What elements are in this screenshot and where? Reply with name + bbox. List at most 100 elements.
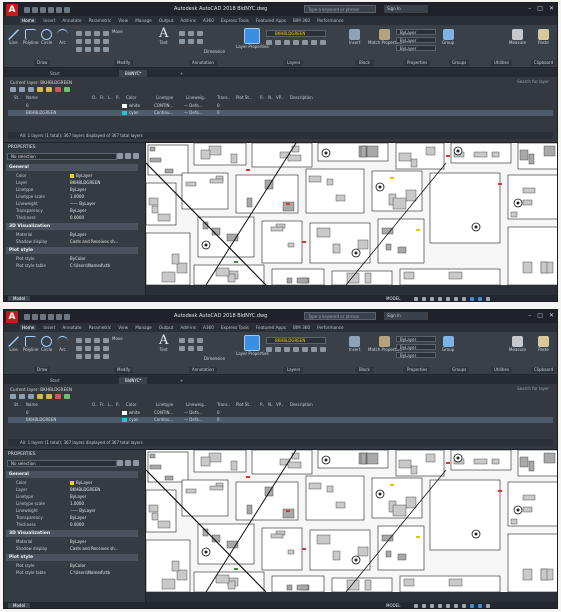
group-button[interactable]: Group — [442, 336, 454, 352]
mleader-icon[interactable] — [188, 39, 194, 44]
minimize-icon[interactable]: – — [528, 312, 531, 319]
search-layer-input[interactable]: Search for layer — [517, 386, 549, 391]
col-n[interactable]: N.. — [268, 402, 274, 407]
tab-insert[interactable]: Insert — [43, 18, 55, 23]
help-search-input[interactable]: Type a keyword or phrase — [304, 312, 376, 320]
layer-transparency[interactable]: 0 — [217, 110, 220, 115]
offset-icon[interactable] — [103, 354, 109, 359]
panel-utilities[interactable]: Utilities — [491, 367, 513, 373]
panel-groups[interactable]: Groups — [449, 367, 470, 373]
drawing-canvas[interactable] — [146, 143, 557, 285]
trim-icon[interactable] — [94, 31, 100, 36]
lineweight-dropdown[interactable]: ByLayer — [396, 45, 436, 51]
model-space-button[interactable]: MODEL — [386, 603, 400, 608]
move-tool-label[interactable]: Move — [112, 336, 123, 341]
quick-select-icon[interactable] — [133, 153, 139, 159]
redo-icon[interactable] — [64, 313, 70, 320]
polar-icon[interactable] — [438, 604, 442, 608]
layer-dropdown[interactable]: BKHBLDGREEN — [266, 337, 326, 344]
osnap-icon[interactable] — [446, 604, 450, 608]
section-plot-style[interactable]: Plot style — [6, 554, 138, 561]
tab-express-tools[interactable]: Express Tools — [221, 325, 249, 330]
col-on[interactable]: O.. — [92, 402, 98, 407]
layer-off-icon[interactable] — [266, 40, 272, 45]
prop-row[interactable]: Linetype ByLayer — [6, 493, 138, 500]
toggle-pickadd-icon[interactable] — [117, 153, 123, 159]
layer-match-icon[interactable] — [311, 347, 317, 352]
new-property-filter-icon[interactable] — [10, 394, 16, 399]
layer-match-icon[interactable] — [311, 40, 317, 45]
tab-start[interactable]: Start — [44, 377, 66, 384]
col-lineweight[interactable]: Lineweig.. — [186, 95, 206, 100]
prop-row[interactable]: Layer BKHBLDGREEN — [6, 179, 138, 186]
linetype-dropdown[interactable]: ByLayer — [396, 344, 436, 350]
new-property-filter-icon[interactable] — [10, 87, 16, 92]
ortho-icon[interactable] — [430, 297, 434, 301]
circle-tool-button[interactable]: Circle — [41, 29, 52, 45]
tab-featured-apps[interactable]: Featured Apps — [256, 18, 286, 23]
stretch-icon[interactable] — [76, 47, 82, 52]
color-dropdown[interactable]: ByLayer — [396, 336, 436, 342]
move-icon[interactable] — [76, 338, 82, 343]
new-tab-button[interactable]: + — [174, 70, 189, 77]
col-status[interactable]: St.. — [14, 402, 21, 407]
col-description[interactable]: Description — [290, 95, 313, 100]
col-vp[interactable]: VP.. — [276, 95, 283, 100]
autocad-logo-icon[interactable]: A — [6, 3, 18, 16]
stretch-icon[interactable] — [76, 354, 82, 359]
text-tool-button[interactable]: A Text — [159, 334, 168, 352]
panel-draw[interactable]: Draw — [34, 367, 51, 373]
layer-lineweight[interactable]: — Defa... — [184, 410, 203, 415]
prop-row[interactable]: Shadow display Casts and Receives sh... — [6, 238, 138, 245]
arc-tool-button[interactable]: Arc — [57, 29, 68, 45]
line-tool-button[interactable]: Line — [8, 29, 19, 45]
sign-in-button[interactable]: Sign In — [384, 312, 428, 320]
tab-featured-apps[interactable]: Featured Apps — [256, 325, 286, 330]
selection-dropdown[interactable]: No selection — [7, 460, 117, 467]
delete-layer-icon[interactable] — [55, 87, 61, 92]
layer-linetype[interactable]: Continu... — [154, 417, 173, 422]
panel-groups[interactable]: Groups — [449, 60, 470, 66]
layer-color-swatch[interactable] — [122, 411, 127, 415]
move-tool-label[interactable]: Move — [112, 29, 123, 34]
color-dropdown[interactable]: ByLayer — [396, 29, 436, 35]
tab-manage[interactable]: Manage — [135, 18, 152, 23]
section-3d-visualization[interactable]: 3D Visualization — [6, 530, 138, 537]
panel-clipboard[interactable]: Clipboard — [531, 367, 557, 373]
markup-icon[interactable] — [197, 346, 203, 351]
mirror-icon[interactable] — [85, 346, 91, 351]
prop-row[interactable]: Plot style ByColor — [6, 255, 138, 262]
layer-color-swatch[interactable] — [122, 111, 127, 115]
open-file-icon[interactable] — [32, 6, 38, 13]
maximize-icon[interactable]: □ — [537, 5, 543, 12]
prop-row[interactable]: Linetype scale 1.0000 — [6, 500, 138, 507]
col-vp[interactable]: VP.. — [276, 402, 283, 407]
prop-row[interactable]: Material ByLayer — [6, 231, 138, 238]
col-description[interactable]: Description — [290, 402, 313, 407]
layer-row[interactable]: 0 white CONTIN... — Defa... 0 — [8, 410, 553, 416]
circle-tool-button[interactable]: Circle — [41, 336, 52, 352]
col-status[interactable]: St.. — [14, 95, 21, 100]
panel-properties[interactable]: Properties — [404, 60, 431, 66]
layer-freeze-icon[interactable] — [284, 347, 290, 352]
layer-linetype[interactable]: CONTIN... — [154, 410, 173, 415]
search-layer-input[interactable]: Search for layer — [517, 79, 549, 84]
maximize-icon[interactable]: □ — [537, 312, 543, 319]
snap-icon[interactable] — [422, 604, 426, 608]
linear-dim-icon[interactable] — [179, 346, 185, 351]
new-group-filter-icon[interactable] — [19, 87, 25, 92]
panel-block[interactable]: Block — [356, 60, 373, 66]
scale-icon[interactable] — [85, 47, 91, 52]
prop-row[interactable]: Linetype ByLayer — [6, 186, 138, 193]
new-layer-icon[interactable] — [37, 87, 43, 92]
prop-row[interactable]: Thickness 0.0000 — [6, 521, 138, 528]
layer-lock-icon[interactable] — [293, 40, 299, 45]
tab-bim360[interactable]: BIM 360 — [293, 325, 310, 330]
layer-properties-button[interactable]: Layer Properties — [236, 28, 269, 49]
panel-modify[interactable]: Modify — [114, 60, 134, 66]
layer-previous-icon[interactable] — [320, 347, 326, 352]
prop-row[interactable]: Transparency ByLayer — [6, 514, 138, 521]
text-tool-button[interactable]: A Text — [159, 27, 168, 45]
annotation-scale-icon[interactable] — [454, 297, 458, 301]
undo-icon[interactable] — [56, 6, 62, 13]
